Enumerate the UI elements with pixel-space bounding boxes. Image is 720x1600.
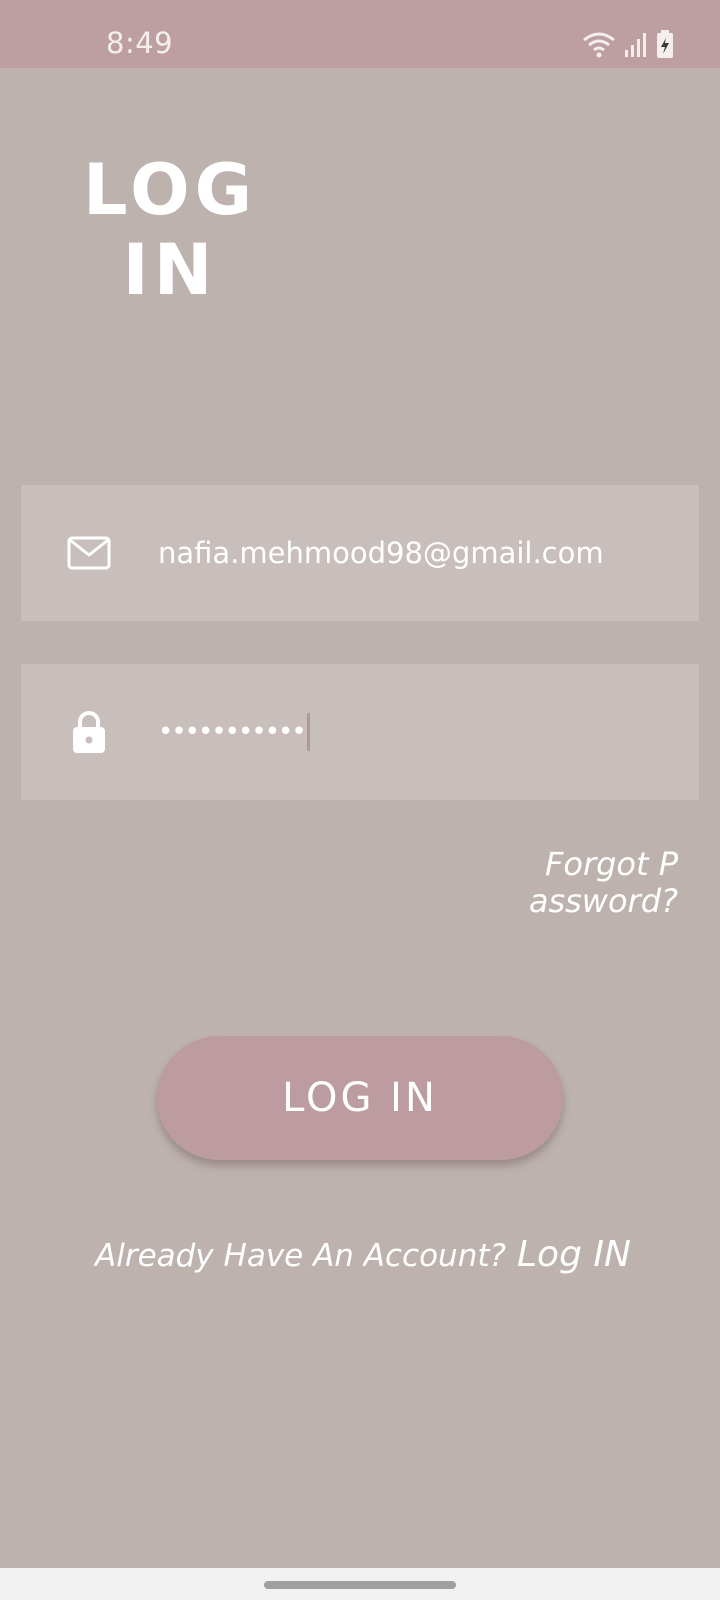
account-prompt: Already Have An Account?: [95, 1238, 506, 1274]
wifi-icon: [582, 30, 616, 58]
email-field[interactable]: nafia.mehmood98@gmail.com: [21, 485, 699, 621]
mail-icon: [67, 531, 111, 575]
status-icons: [582, 26, 674, 62]
password-mask: •••••••••••: [158, 717, 307, 747]
forgot-password-link[interactable]: Forgot Password?: [528, 846, 678, 920]
login-button[interactable]: LOG IN: [157, 1036, 563, 1160]
password-value: •••••••••••: [158, 664, 310, 800]
signal-icon: [624, 30, 648, 58]
status-time: 8:49: [106, 26, 174, 60]
battery-charging-icon: [656, 29, 674, 59]
email-value: nafia.mehmood98@gmail.com: [158, 536, 604, 570]
text-caret: [306, 713, 310, 751]
password-field[interactable]: •••••••••••: [21, 664, 699, 800]
lock-icon: [67, 710, 111, 754]
page-title: LOG IN: [82, 149, 258, 311]
status-bar: 8:49: [0, 0, 720, 68]
navigation-bar: [0, 1568, 720, 1600]
login-link[interactable]: Log IN: [517, 1234, 631, 1275]
home-indicator[interactable]: [264, 1581, 456, 1589]
